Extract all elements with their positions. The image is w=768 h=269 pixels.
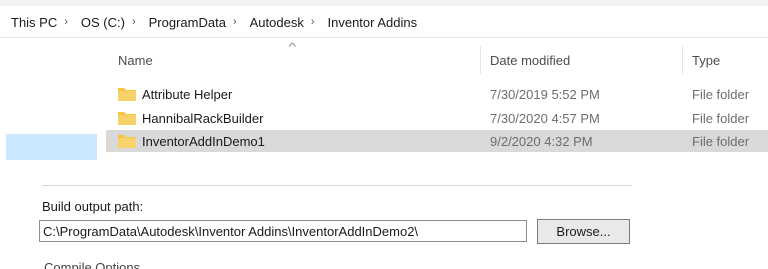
file-name: Attribute Helper bbox=[142, 87, 233, 102]
build-output-path-input[interactable] bbox=[39, 220, 527, 242]
build-output-path-label: Build output path: bbox=[42, 199, 144, 214]
file-name: HannibalRackBuilder bbox=[142, 111, 264, 126]
panel-separator bbox=[42, 185, 632, 186]
file-row-selected[interactable]: InventorAddInDemo1 9/2/2020 4:32 PM File… bbox=[106, 130, 768, 152]
file-name: InventorAddInDemo1 bbox=[142, 134, 265, 149]
folder-icon bbox=[118, 112, 136, 125]
file-type: File folder bbox=[692, 134, 750, 149]
breadcrumb-separator-icon[interactable]: › bbox=[229, 16, 241, 28]
file-row[interactable]: Attribute Helper 7/30/2019 5:52 PM File … bbox=[106, 83, 768, 105]
breadcrumb-autodesk[interactable]: Autodesk bbox=[241, 15, 307, 30]
breadcrumb-divider bbox=[0, 37, 768, 38]
column-resize-handle[interactable] bbox=[682, 46, 683, 74]
sort-up-arrow-icon: ^ bbox=[288, 42, 297, 53]
breadcrumb-separator-icon[interactable]: › bbox=[128, 16, 140, 28]
file-date-modified: 7/30/2019 5:52 PM bbox=[490, 87, 600, 102]
file-type: File folder bbox=[692, 87, 750, 102]
breadcrumb-inventor-addins[interactable]: Inventor Addins bbox=[319, 15, 421, 30]
folder-icon bbox=[118, 88, 136, 101]
browse-button[interactable]: Browse... bbox=[537, 219, 630, 244]
folder-icon bbox=[118, 135, 136, 148]
column-header-date-modified[interactable]: Date modified bbox=[490, 53, 570, 68]
column-header-row: ^ Name Date modified Type bbox=[106, 42, 768, 74]
file-date-modified: 9/2/2020 4:32 PM bbox=[490, 134, 593, 149]
breadcrumb-this-pc[interactable]: This PC bbox=[0, 15, 60, 30]
column-resize-handle[interactable] bbox=[480, 46, 481, 74]
column-header-type[interactable]: Type bbox=[692, 53, 720, 68]
window-top-edge bbox=[0, 0, 768, 6]
breadcrumb-programdata[interactable]: ProgramData bbox=[140, 15, 229, 30]
breadcrumb[interactable]: This PC › OS (C:) › ProgramData › Autode… bbox=[0, 10, 768, 34]
column-header-name[interactable]: Name bbox=[118, 53, 153, 68]
navigation-pane-selected-item[interactable] bbox=[6, 134, 97, 160]
compile-options-heading: Compile Options bbox=[44, 260, 141, 269]
breadcrumb-separator-icon[interactable]: › bbox=[60, 16, 72, 28]
breadcrumb-separator-icon[interactable]: › bbox=[307, 16, 319, 28]
file-date-modified: 7/30/2020 4:57 PM bbox=[490, 111, 600, 126]
breadcrumb-os-drive[interactable]: OS (C:) bbox=[72, 15, 128, 30]
file-type: File folder bbox=[692, 111, 750, 126]
file-row[interactable]: HannibalRackBuilder 7/30/2020 4:57 PM Fi… bbox=[106, 107, 768, 129]
